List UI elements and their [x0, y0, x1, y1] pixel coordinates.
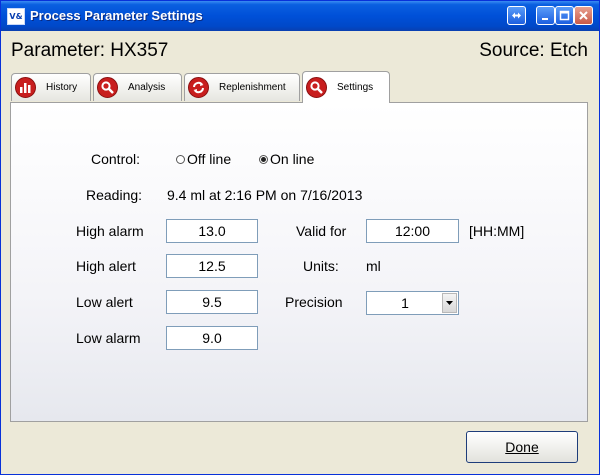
window-title: Process Parameter Settings	[30, 8, 203, 23]
tab-settings-label: Settings	[337, 82, 374, 93]
high-alert-label: High alert	[76, 258, 136, 274]
low-alarm-label: Low alarm	[76, 330, 141, 346]
off-line-label[interactable]: Off line	[187, 151, 231, 167]
reading-label: Reading:	[86, 187, 143, 203]
high-alarm-label: High alarm	[76, 223, 144, 239]
high-alarm-field[interactable]: 13.0	[166, 219, 258, 243]
app-icon: V&	[7, 8, 25, 25]
close-button[interactable]	[574, 6, 593, 25]
settings-panel: Control: Off line On line Reading: 9.4 m…	[10, 102, 588, 422]
on-line-radio[interactable]	[259, 155, 268, 164]
minimize-button[interactable]	[536, 6, 555, 25]
magnifier-icon	[97, 77, 118, 98]
title-bar[interactable]: V& Process Parameter Settings	[1, 1, 599, 31]
valid-for-field[interactable]: 12:00	[366, 219, 459, 243]
tab-history[interactable]: History	[11, 73, 91, 101]
precision-select[interactable]: 1	[366, 291, 459, 315]
off-line-radio[interactable]	[176, 155, 185, 164]
restore-icon[interactable]	[507, 6, 526, 25]
valid-for-format: [HH:MM]	[469, 223, 525, 239]
on-line-label[interactable]: On line	[270, 151, 314, 167]
low-alert-label: Low alert	[76, 294, 133, 310]
chevron-down-icon[interactable]	[442, 293, 457, 313]
done-label: Done	[505, 439, 539, 455]
precision-label: Precision	[285, 294, 343, 310]
magnifier-icon	[306, 77, 327, 98]
low-alert-field[interactable]: 9.5	[166, 290, 258, 314]
high-alert-field[interactable]: 12.5	[166, 254, 258, 278]
parameter-title: Parameter: HX357	[11, 40, 169, 61]
low-alarm-field[interactable]: 9.0	[166, 326, 258, 350]
valid-for-label: Valid for	[296, 223, 347, 239]
source-title: Source: Etch	[479, 40, 588, 61]
tab-analysis[interactable]: Analysis	[93, 73, 182, 101]
bar-chart-icon	[15, 77, 36, 98]
settings-window: V& Process Parameter Settings Parameter:…	[0, 0, 600, 475]
tab-analysis-label: Analysis	[128, 82, 166, 93]
tab-replenishment[interactable]: Replenishment	[184, 73, 300, 101]
maximize-button[interactable]	[555, 6, 574, 25]
done-button[interactable]: Done	[466, 431, 578, 463]
tab-settings[interactable]: Settings	[302, 71, 390, 103]
refresh-icon	[188, 77, 209, 98]
tab-history-label: History	[46, 82, 78, 93]
precision-value: 1	[401, 295, 409, 311]
tab-replenishment-label: Replenishment	[219, 82, 286, 93]
units-label: Units:	[303, 258, 339, 274]
reading-value: 9.4 ml at 2:16 PM on 7/16/2013	[167, 187, 363, 203]
units-value: ml	[366, 258, 381, 274]
control-label: Control:	[91, 151, 141, 167]
